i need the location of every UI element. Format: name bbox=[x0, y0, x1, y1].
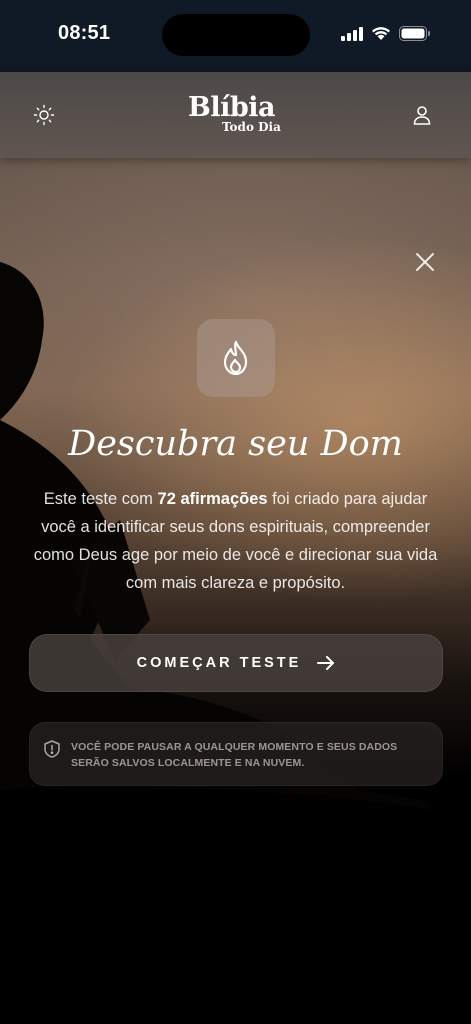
app-header: Blíbia Todo Dia bbox=[0, 72, 471, 158]
app-logo: Blíbia Todo Dia bbox=[188, 92, 288, 138]
notice-text: VOCÊ PODE PAUSAR A QUALQUER MOMENTO E SE… bbox=[71, 741, 398, 769]
logo-sub-text: Todo Dia bbox=[222, 120, 281, 134]
user-icon bbox=[413, 106, 431, 125]
status-bar: 08:51 bbox=[0, 0, 471, 72]
status-icons bbox=[341, 26, 431, 41]
arrow-right-icon bbox=[317, 656, 335, 670]
logo-main-text: Blíbia bbox=[188, 92, 275, 123]
start-test-button[interactable]: COMEÇAR TESTE bbox=[29, 634, 443, 692]
battery-icon bbox=[399, 26, 430, 41]
modal-title: Descubra seu Dom bbox=[68, 424, 403, 464]
close-icon bbox=[416, 253, 434, 271]
flame-badge bbox=[197, 319, 275, 397]
theme-toggle-button[interactable] bbox=[29, 100, 59, 130]
profile-button[interactable] bbox=[407, 100, 437, 130]
modal-description: Este teste com 72 afirmações foi criado … bbox=[30, 485, 441, 597]
close-button[interactable] bbox=[411, 248, 439, 276]
save-notice: VOCÊ PODE PAUSAR A QUALQUER MOMENTO E SE… bbox=[29, 722, 443, 786]
start-test-label: COMEÇAR TESTE bbox=[136, 655, 302, 671]
dynamic-island bbox=[162, 14, 310, 56]
flame-icon bbox=[223, 340, 248, 376]
wifi-icon bbox=[372, 27, 390, 40]
signal-icon bbox=[341, 26, 363, 41]
shield-icon bbox=[44, 740, 60, 758]
description-highlight: 72 afirmações bbox=[157, 490, 268, 508]
description-prefix: Este teste com bbox=[43, 490, 158, 508]
sun-icon bbox=[33, 104, 55, 126]
status-time: 08:51 bbox=[58, 22, 111, 44]
